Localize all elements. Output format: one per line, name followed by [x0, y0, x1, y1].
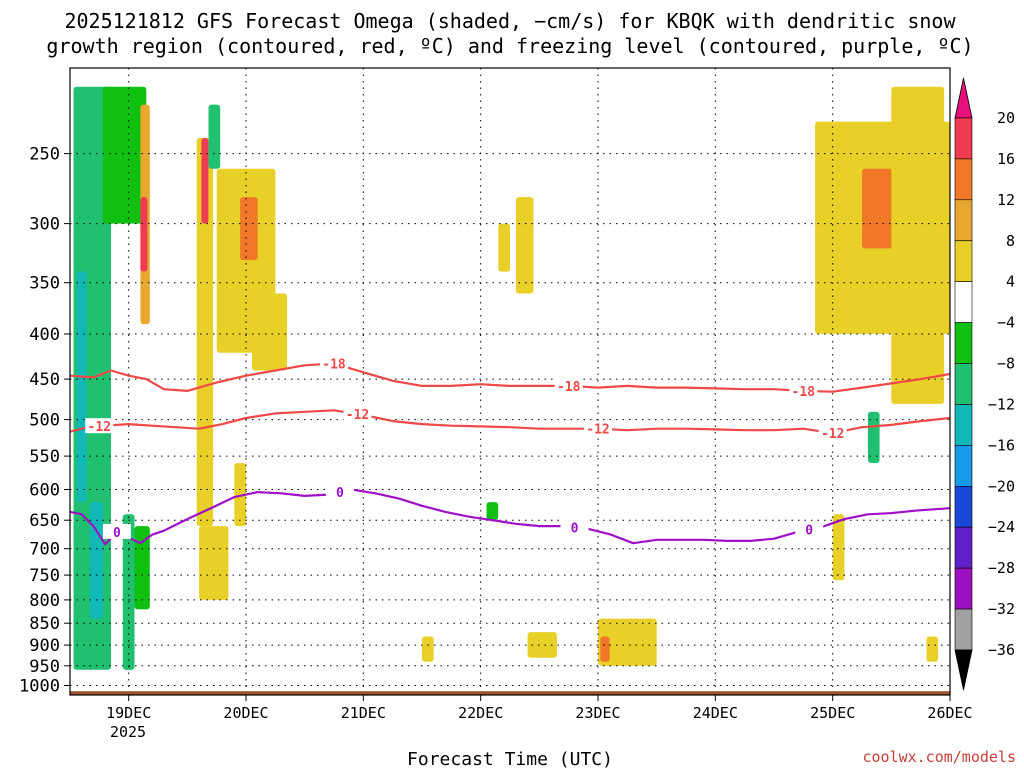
x-tick-label: 26DEC: [927, 704, 972, 722]
x-tick-label: 25DEC: [810, 704, 855, 722]
colorbar-label: 8: [1006, 232, 1015, 250]
omega-cell: [832, 514, 845, 581]
colorbar-label: 12: [997, 191, 1015, 209]
y-tick-label: 800: [29, 591, 60, 611]
colorbar-segment: [954, 485, 973, 528]
x-tick-label: 21DEC: [341, 704, 386, 722]
y-tick-label: 650: [29, 511, 60, 531]
colorbar-segment: [954, 281, 973, 323]
colorbar-segment: [954, 445, 973, 487]
colorbar: 20 16 12 8 4 −4 −8 −12 −16 −20 −24 −28 −32 −36: [954, 77, 1015, 691]
credit-text: coolwx.com/models: [862, 748, 1016, 766]
x-tick-label: 19DEC: [106, 704, 151, 722]
y-tick-label: 850: [29, 614, 60, 634]
x-tick-label: 20DEC: [223, 704, 268, 722]
chart-title-line-1: 2025121812 GFS Forecast Omega (shaded, −…: [64, 9, 956, 33]
omega-cell: [89, 502, 103, 619]
omega-cell: [140, 197, 148, 272]
x-tick-year: 2025: [110, 723, 146, 741]
colorbar-label: −24: [988, 518, 1015, 536]
x-tick-label: 23DEC: [575, 704, 620, 722]
x-axis-label: Forecast Time (UTC): [407, 749, 613, 768]
omega-cell: [486, 502, 499, 521]
colorbar-segment: [954, 158, 973, 201]
colorbar-segment: [954, 526, 973, 569]
omega-cell: [102, 86, 147, 224]
plot-area: -18 -18 -18 -12 -12 -12 -12 0 0 0 0: [69, 67, 951, 696]
omega-cell: [926, 636, 939, 662]
omega-shading-layer: [73, 86, 950, 670]
y-tick-label: 600: [29, 481, 60, 501]
colorbar-label: −20: [988, 477, 1015, 495]
contour-minus18-label: -18: [322, 358, 346, 373]
y-tick-label: 900: [29, 636, 60, 656]
y-tick-label: 450: [29, 370, 60, 390]
y-tick-label: 500: [29, 411, 60, 431]
colorbar-label: −32: [988, 600, 1015, 618]
y-tick-label: 750: [29, 566, 60, 586]
colorbar-label: −8: [997, 355, 1015, 373]
omega-cell: [199, 526, 229, 600]
colorbar-segment: [954, 240, 973, 283]
y-tick-label: 300: [29, 215, 60, 235]
colorbar-label: −12: [988, 396, 1015, 414]
omega-time-height-chart: 2025121812 GFS Forecast Omega (shaded, −…: [19, 9, 1016, 768]
contour-minus18-label: -18: [557, 380, 581, 395]
omega-cell: [891, 86, 945, 404]
omega-cell: [240, 197, 258, 261]
chart-title-line-2: growth region (contoured, red, ºC) and f…: [46, 34, 973, 58]
colorbar-segment: [954, 199, 973, 242]
y-tick-label: 250: [29, 145, 60, 165]
colorbar-segment: [954, 363, 973, 405]
contour-minus12-label: -12: [88, 420, 111, 435]
omega-cell: [600, 636, 610, 662]
x-tick-label: 22DEC: [458, 704, 503, 722]
colorbar-label: −4: [997, 314, 1015, 332]
colorbar-top-arrow: [954, 77, 973, 119]
y-tick-label: 1000: [19, 677, 60, 697]
y-axis-ticks: 2503003504004505005506006507007508008509…: [19, 145, 70, 697]
omega-cell: [208, 104, 221, 169]
colorbar-bottom-arrow: [954, 649, 973, 691]
colorbar-label: 4: [1006, 273, 1015, 291]
omega-cell: [77, 271, 87, 503]
contour-freezing-level-label: 0: [571, 521, 579, 536]
colorbar-segment: [954, 567, 973, 610]
contour-minus12-label: -12: [821, 427, 844, 442]
omega-cell: [515, 197, 534, 294]
colorbar-label: 20: [997, 109, 1015, 127]
omega-cell: [498, 223, 510, 272]
colorbar-label: −28: [988, 559, 1015, 577]
y-tick-label: 400: [29, 325, 60, 345]
contour-freezing-level-label: 0: [336, 486, 344, 501]
x-tick-label: 24DEC: [693, 704, 738, 722]
contour-minus12-label: -12: [346, 408, 369, 423]
contour-freezing-level-label: 0: [113, 526, 121, 541]
y-tick-label: 950: [29, 657, 60, 677]
colorbar-segment: [954, 117, 973, 160]
y-tick-label: 700: [29, 540, 60, 560]
contour-freezing-level-label: 0: [805, 524, 813, 539]
colorbar-label: −36: [988, 641, 1015, 659]
colorbar-segment: [954, 322, 973, 364]
contour-minus18-label: -18: [792, 385, 816, 400]
omega-cell: [422, 636, 434, 662]
colorbar-label: 16: [997, 150, 1015, 168]
y-tick-label: 350: [29, 274, 60, 294]
y-tick-label: 550: [29, 447, 60, 467]
omega-cell: [201, 138, 209, 224]
contour-minus12-label: -12: [586, 423, 609, 438]
colorbar-label: −16: [988, 436, 1015, 454]
x-axis-ticks: 19DEC 20DEC 21DEC 22DEC 23DEC 24DEC 25DEC 26DEC: [106, 695, 973, 722]
omega-cell: [251, 293, 288, 371]
colorbar-segment: [954, 608, 973, 651]
colorbar-segment: [954, 404, 973, 446]
